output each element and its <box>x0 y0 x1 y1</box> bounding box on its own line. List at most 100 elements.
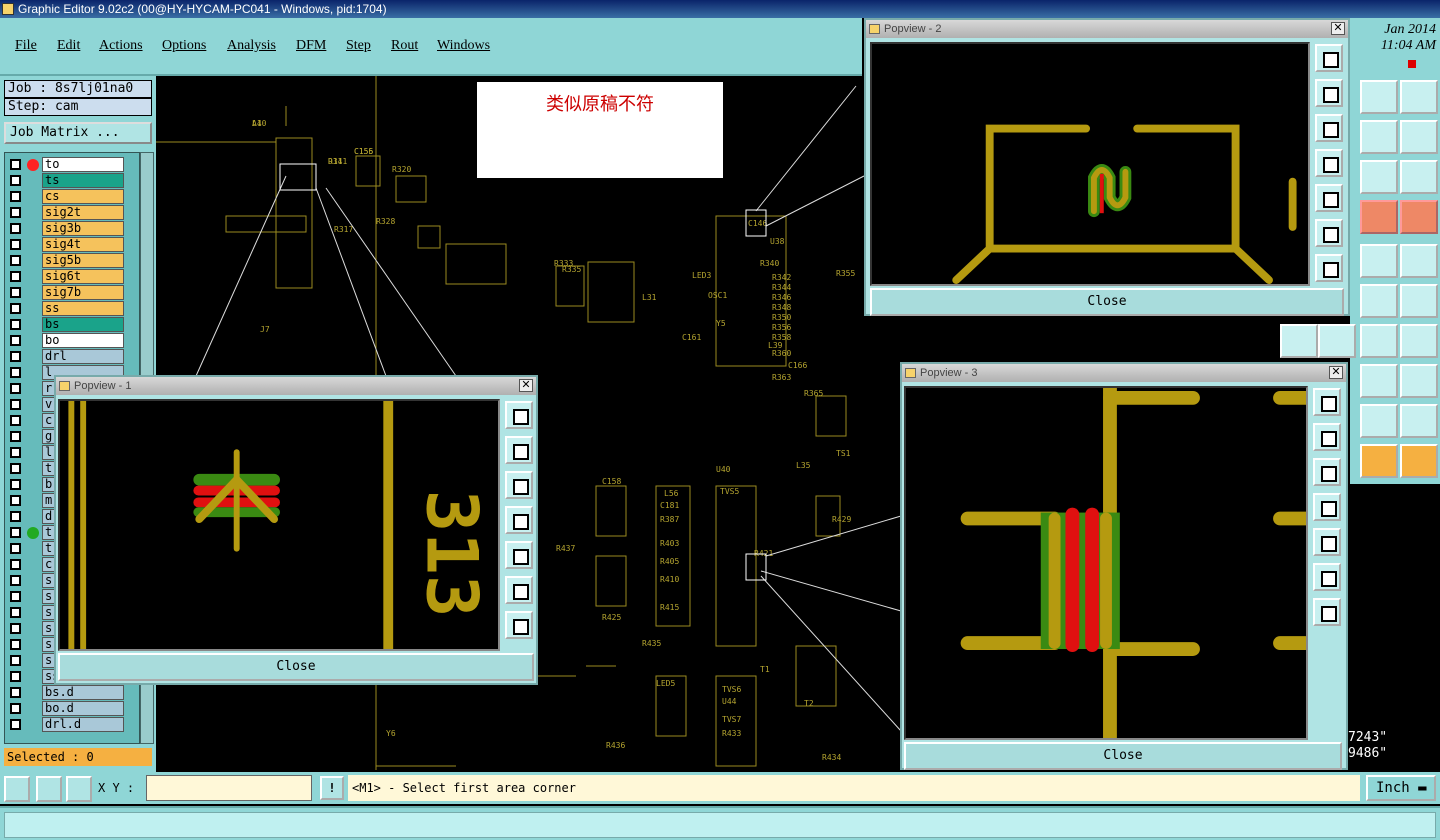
window-icon[interactable] <box>1400 80 1438 114</box>
close-icon[interactable]: ✕ <box>519 379 533 392</box>
layer-name[interactable]: drl <box>42 349 124 364</box>
xy-input[interactable] <box>146 775 312 801</box>
layer-checkbox[interactable] <box>10 511 21 522</box>
shapes-icon[interactable] <box>1400 364 1438 398</box>
layer-checkbox[interactable] <box>10 303 21 314</box>
layer-row[interactable]: cs <box>5 189 141 205</box>
layer-row[interactable]: drl.d <box>5 717 141 733</box>
layer-checkbox[interactable] <box>10 383 21 394</box>
layer-row[interactable]: bo.d <box>5 701 141 717</box>
zoom-fit-icon[interactable] <box>505 576 533 604</box>
layer-checkbox[interactable] <box>10 207 21 218</box>
center-icon[interactable] <box>1313 598 1341 626</box>
layer-name[interactable]: sig2t <box>42 205 124 220</box>
layer-checkbox[interactable] <box>10 527 21 538</box>
layer-checkbox[interactable] <box>10 639 21 650</box>
popview-1-view[interactable]: 313 L <box>58 399 500 651</box>
layer-name[interactable]: sig7b <box>42 285 124 300</box>
layer-name[interactable]: ts <box>42 173 124 188</box>
pan-down-icon[interactable] <box>1313 458 1341 486</box>
layer-row[interactable]: sig7b <box>5 285 141 301</box>
units-select[interactable]: Inch ▬ <box>1366 775 1436 801</box>
layer-checkbox[interactable] <box>10 623 21 634</box>
job-matrix-button[interactable]: Job Matrix ... <box>4 122 152 144</box>
measure-icon[interactable] <box>1360 364 1398 398</box>
popview-2-view[interactable] <box>870 42 1310 286</box>
layer-row[interactable]: ts <box>5 173 141 189</box>
layer-checkbox[interactable] <box>10 367 21 378</box>
text-a-icon[interactable] <box>1360 404 1398 438</box>
net-icon[interactable] <box>1360 200 1398 234</box>
angle-icon[interactable] <box>1280 324 1318 358</box>
layer-checkbox[interactable] <box>10 431 21 442</box>
layer-row[interactable]: bo <box>5 333 141 349</box>
layer-checkbox[interactable] <box>10 607 21 618</box>
line-icon[interactable] <box>1318 324 1356 358</box>
close-icon[interactable]: ✕ <box>1329 366 1343 379</box>
layer-name[interactable]: drl.d <box>42 717 124 732</box>
layer-checkbox[interactable] <box>10 351 21 362</box>
help-icon[interactable] <box>1400 160 1438 194</box>
layer-row[interactable]: bs.d <box>5 685 141 701</box>
layer-name[interactable]: bs <box>42 317 124 332</box>
menu-windows[interactable]: Windows <box>437 38 490 54</box>
pan-left-icon[interactable] <box>505 506 533 534</box>
layer-checkbox[interactable] <box>10 175 21 186</box>
popview-1-window[interactable]: Popview - 1 ✕ 313 L Close <box>54 375 538 685</box>
pan-right-icon[interactable] <box>1315 184 1343 212</box>
layer-checkbox[interactable] <box>10 479 21 490</box>
popview-3-titlebar[interactable]: Popview - 3 ✕ <box>902 364 1346 382</box>
layer-name[interactable]: sig5b <box>42 253 124 268</box>
pan-left-icon[interactable] <box>1313 493 1341 521</box>
pan-down-icon[interactable] <box>505 471 533 499</box>
layer-checkbox[interactable] <box>10 703 21 714</box>
layer-row[interactable]: sig4t <box>5 237 141 253</box>
zoom-fit-icon[interactable] <box>1313 563 1341 591</box>
layer-row[interactable]: bs <box>5 317 141 333</box>
center-icon[interactable] <box>1315 254 1343 282</box>
connect-icon[interactable] <box>1360 284 1398 318</box>
layer-name[interactable]: sig3b <box>42 221 124 236</box>
layer-row[interactable]: sig2t <box>5 205 141 221</box>
flip-icon[interactable] <box>1400 324 1438 358</box>
layer-row[interactable]: sig6t <box>5 269 141 285</box>
pan-up-icon[interactable] <box>1313 423 1341 451</box>
layer-checkbox[interactable] <box>10 271 21 282</box>
grid-icon[interactable] <box>66 776 92 802</box>
pan-right-icon[interactable] <box>1313 528 1341 556</box>
layer-checkbox[interactable] <box>10 543 21 554</box>
close-icon[interactable]: ✕ <box>1331 22 1345 35</box>
rotate-icon[interactable] <box>1360 120 1398 154</box>
layer-checkbox[interactable] <box>10 239 21 250</box>
zoom-in-icon[interactable] <box>1313 388 1341 416</box>
layer-name[interactable]: sig4t <box>42 237 124 252</box>
layer-checkbox[interactable] <box>10 319 21 330</box>
mirror-icon[interactable] <box>1400 120 1438 154</box>
pan-left-icon[interactable] <box>1315 149 1343 177</box>
pointer-icon[interactable] <box>1360 444 1398 478</box>
zoom-in-icon[interactable] <box>1315 44 1343 72</box>
layer-row[interactable]: to <box>5 157 141 173</box>
layer-checkbox[interactable] <box>10 687 21 698</box>
popview-3-view[interactable] <box>904 386 1308 740</box>
layer-checkbox[interactable] <box>10 559 21 570</box>
popview-2-close-button[interactable]: Close <box>870 288 1344 316</box>
popview-1-close-button[interactable]: Close <box>58 653 534 681</box>
popview-3-window[interactable]: Popview - 3 ✕ Close <box>900 362 1348 770</box>
ruler-icon[interactable] <box>1360 244 1398 278</box>
zoom-fit-icon[interactable] <box>1315 219 1343 247</box>
net-select-icon[interactable] <box>1400 200 1438 234</box>
snap-icon[interactable] <box>36 776 62 802</box>
text-a-alt-icon[interactable] <box>1400 404 1438 438</box>
pan-down-icon[interactable] <box>1315 114 1343 142</box>
layer-name[interactable]: ss <box>42 301 124 316</box>
layer-name[interactable]: sig6t <box>42 269 124 284</box>
layer-row[interactable]: sig5b <box>5 253 141 269</box>
menu-edit[interactable]: Edit <box>57 38 80 54</box>
popview-2-titlebar[interactable]: Popview - 2 ✕ <box>866 20 1348 38</box>
pad-icon[interactable] <box>1400 244 1438 278</box>
route-icon[interactable] <box>1400 444 1438 478</box>
layer-checkbox[interactable] <box>10 575 21 586</box>
layer-checkbox[interactable] <box>10 415 21 426</box>
layer-checkbox[interactable] <box>10 591 21 602</box>
